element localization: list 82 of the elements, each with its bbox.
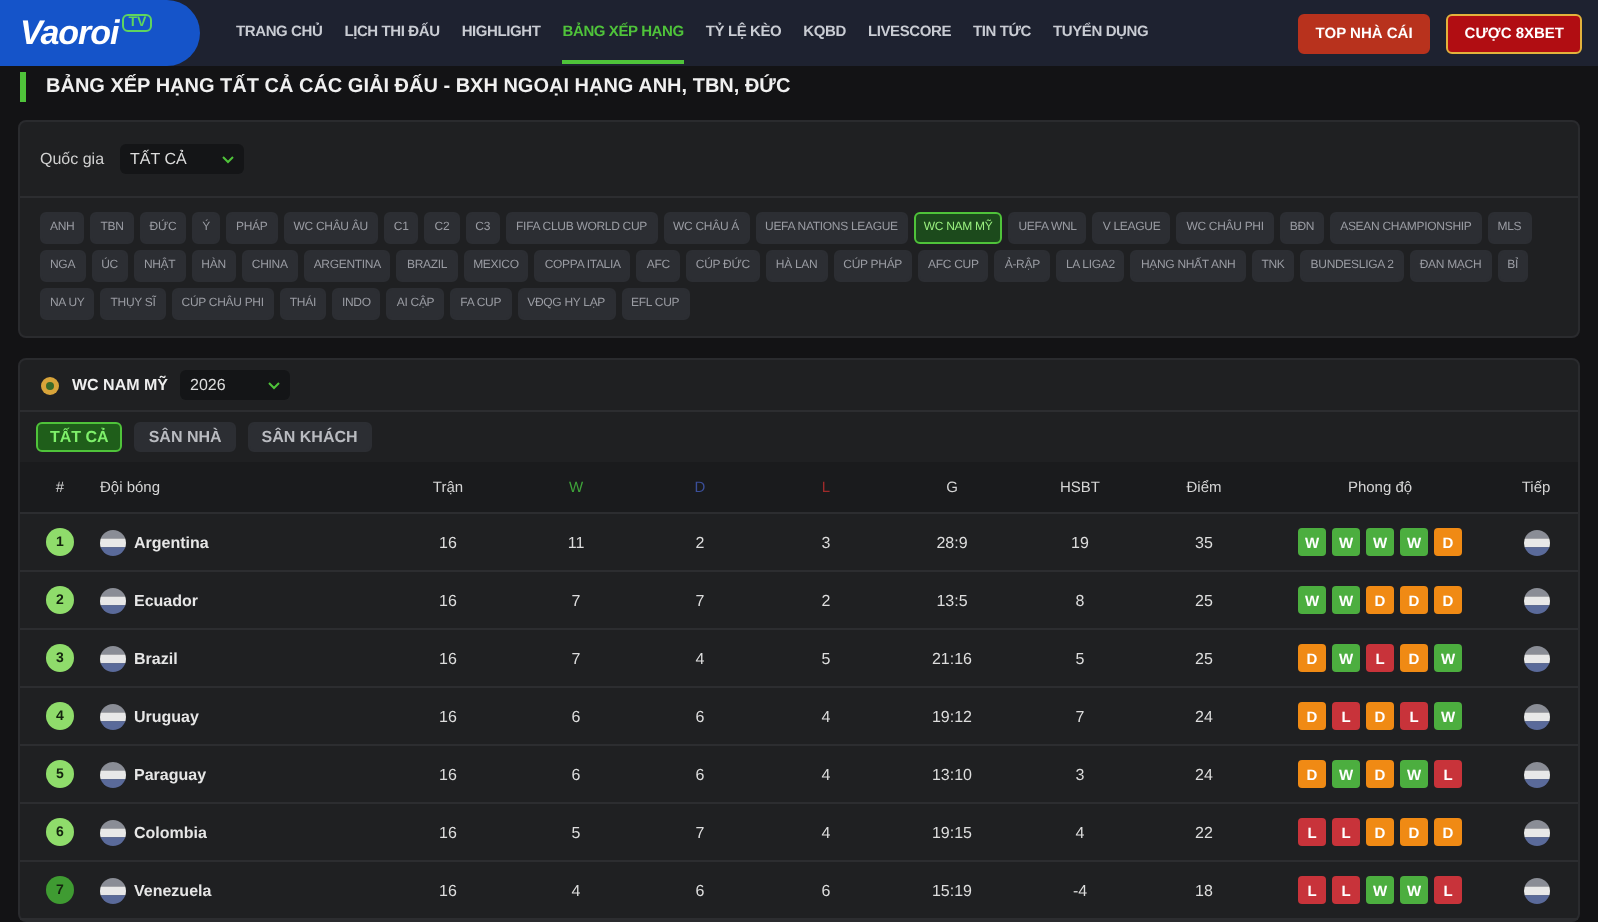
table-cell-text: 7 bbox=[569, 591, 583, 609]
table-cell-text: 4 bbox=[1073, 823, 1087, 841]
table-cell-text: 16 bbox=[437, 591, 459, 609]
table-cell-text: 6 bbox=[693, 881, 707, 899]
table-cell-text: 6 bbox=[693, 707, 707, 725]
table-cell-text: 7 bbox=[1073, 707, 1087, 725]
table-cell-text: 3 bbox=[819, 533, 833, 551]
table-cell-text: 2 bbox=[819, 591, 833, 609]
next-opponent-flag-icon bbox=[1523, 529, 1549, 555]
table-cell-text: 24 bbox=[1193, 765, 1215, 783]
chevron-down-icon bbox=[268, 381, 280, 389]
table-cell-text: 6 bbox=[569, 707, 583, 725]
table-cell-text: 4 bbox=[819, 707, 833, 725]
table-cell-text: 6 bbox=[819, 881, 833, 899]
team-name: Colombia bbox=[134, 823, 207, 841]
team-name: Paraguay bbox=[134, 765, 207, 783]
league-name: WC NAM MỸ bbox=[72, 376, 168, 394]
table-cell-text: 16 bbox=[437, 533, 459, 551]
table-cell-text: 6 bbox=[569, 765, 583, 783]
team-name: Uruguay bbox=[134, 707, 199, 725]
next-opponent-flag-icon bbox=[1523, 703, 1549, 729]
table-cell-text: 7 bbox=[693, 823, 707, 841]
table-cell-text: 24 bbox=[1193, 707, 1215, 725]
next-opponent-flag-icon bbox=[1523, 819, 1549, 845]
table-cell-text: 7 bbox=[569, 649, 583, 667]
table-cell-text: 13:5 bbox=[934, 591, 970, 609]
table-cell-text: 5 bbox=[569, 823, 583, 841]
table-cell-text: 7 bbox=[693, 591, 707, 609]
table-cell-text: 21:16 bbox=[929, 649, 975, 667]
table-cell-text: 4 bbox=[819, 765, 833, 783]
flag-icon bbox=[100, 587, 126, 613]
flag-icon bbox=[100, 703, 126, 729]
table-cell-text: 16 bbox=[437, 823, 459, 841]
table-cell-text: 16 bbox=[437, 881, 459, 899]
table-cell-text: 16 bbox=[437, 649, 459, 667]
table-cell-text: 16 bbox=[437, 765, 459, 783]
table-cell-text: 3 bbox=[1073, 765, 1087, 783]
ball-icon bbox=[40, 375, 60, 395]
table-cell-text: 15:19 bbox=[929, 881, 975, 899]
filter-tab[interactable]: SÂN NHÀ bbox=[134, 422, 236, 452]
table-cell-text: 16 bbox=[437, 707, 459, 725]
table-cell-text: 18 bbox=[1193, 881, 1215, 899]
next-opponent-flag-icon bbox=[1523, 645, 1549, 671]
table-cell-text: 22 bbox=[1193, 823, 1215, 841]
table-cell-text: 19:12 bbox=[929, 707, 975, 725]
table-cell-text: 13:10 bbox=[929, 765, 975, 783]
flag-icon bbox=[100, 761, 126, 787]
table-cell-text: 5 bbox=[1073, 649, 1087, 667]
table-cell-text: 5 bbox=[819, 649, 833, 667]
table-cell-text: -4 bbox=[1070, 881, 1090, 899]
table-cell-text: 4 bbox=[693, 649, 707, 667]
page-title: BẢNG XẾP HẠNG TẤT CẢ CÁC GIẢI ĐẤU - BXH NGOẠI HẠNG ANH, TBN, ĐỨC bbox=[46, 76, 791, 98]
country-select[interactable]: TẤT CẢ bbox=[120, 144, 245, 174]
table-cell-text: 25 bbox=[1193, 649, 1215, 667]
table-cell-text: 2 bbox=[693, 533, 707, 551]
flag-icon bbox=[100, 819, 126, 845]
chevron-down-icon bbox=[222, 155, 235, 163]
team-name: Venezuela bbox=[134, 881, 212, 899]
flag-icon bbox=[100, 877, 126, 903]
table-cell-text: 28:9 bbox=[934, 533, 970, 551]
team-name: Ecuador bbox=[134, 591, 199, 609]
team-name: Argentina bbox=[134, 533, 209, 551]
filter-tab[interactable]: SÂN KHÁCH bbox=[247, 422, 372, 452]
table-cell-text: 35 bbox=[1193, 533, 1215, 551]
next-opponent-flag-icon bbox=[1523, 761, 1549, 787]
table-cell-text: 8 bbox=[1073, 591, 1087, 609]
next-opponent-flag-icon bbox=[1523, 877, 1549, 903]
table-cell-text: 25 bbox=[1193, 591, 1215, 609]
flag-icon bbox=[100, 645, 126, 671]
table-cell-text: 4 bbox=[569, 881, 583, 899]
country-label: Quốc gia bbox=[40, 150, 105, 168]
team-name: Brazil bbox=[134, 649, 178, 667]
table-cell-text: 4 bbox=[819, 823, 833, 841]
table-cell-text: 19:15 bbox=[929, 823, 975, 841]
next-opponent-flag-icon bbox=[1523, 587, 1549, 613]
logo-text: Vaoroi bbox=[20, 13, 119, 53]
table-cell-text: 19 bbox=[1069, 533, 1091, 551]
flag-icon bbox=[100, 529, 126, 555]
season-select[interactable]: 2026 bbox=[180, 370, 290, 400]
table-cell-text: 6 bbox=[693, 765, 707, 783]
table-cell-text: 11 bbox=[565, 533, 587, 551]
filter-tab[interactable]: TẤT CẢ bbox=[36, 422, 123, 452]
